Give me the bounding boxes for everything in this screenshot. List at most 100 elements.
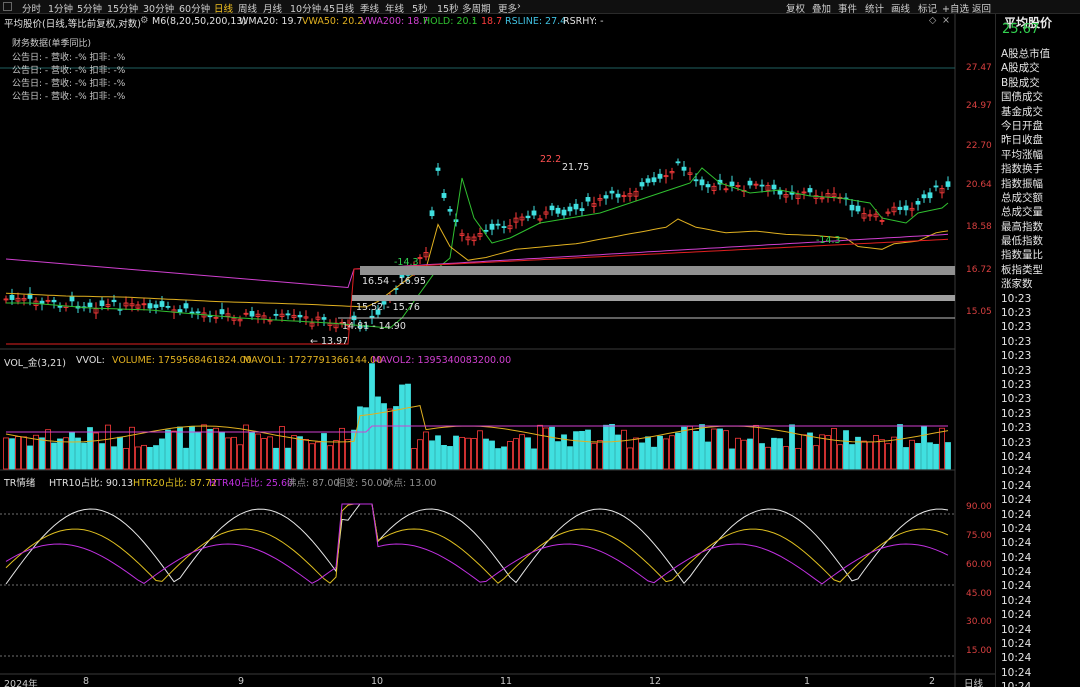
info-list-item[interactable]: A股成交	[996, 61, 1080, 75]
info-list-item[interactable]: 10:24	[996, 666, 1080, 680]
volume-bar	[693, 430, 699, 470]
info-list-item[interactable]: 10:24	[996, 637, 1080, 651]
info-list-item[interactable]: 10:24	[996, 522, 1080, 536]
volume-bar	[609, 423, 615, 470]
info-list-item[interactable]: 最低指数	[996, 234, 1080, 248]
period-tab[interactable]: 分时	[22, 1, 41, 15]
info-list-item[interactable]: 平均涨幅	[996, 148, 1080, 162]
period-tab[interactable]: 更多	[498, 1, 517, 15]
toolbar-button[interactable]: +自选	[942, 1, 969, 15]
info-list-item[interactable]: 10:24	[996, 579, 1080, 593]
info-list-item[interactable]: 10:24	[996, 508, 1080, 522]
info-list-item[interactable]: 10:24	[996, 608, 1080, 622]
toolbar-button[interactable]: 标记	[918, 1, 937, 15]
more-arrow-icon[interactable]: ›	[517, 1, 521, 12]
info-list-item[interactable]: 10:24	[996, 479, 1080, 493]
volume-bar	[471, 438, 477, 470]
info-list-item[interactable]: 昨日收盘	[996, 133, 1080, 147]
info-list-item[interactable]: 板指类型	[996, 263, 1080, 277]
candle-body	[549, 205, 555, 211]
info-list-item[interactable]: 10:23	[996, 436, 1080, 450]
info-list-item[interactable]: 指数量比	[996, 248, 1080, 262]
period-tab[interactable]: 5分钟	[77, 1, 102, 15]
period-tab[interactable]: 季线	[360, 1, 379, 15]
toolbar-button[interactable]: 返回	[972, 1, 991, 15]
fin-row: 公告日: - 营收: -% 扣非: -%	[12, 66, 126, 76]
period-tab[interactable]: 周线	[238, 1, 257, 15]
info-list-item[interactable]: A股总市值	[996, 47, 1080, 61]
info-list-item[interactable]: 10:23	[996, 407, 1080, 421]
info-list-item[interactable]: 基金成交	[996, 105, 1080, 119]
period-tab[interactable]: 日线	[214, 1, 233, 15]
info-list-item[interactable]: 10:24	[996, 565, 1080, 579]
info-list-item[interactable]: 指数换手	[996, 162, 1080, 176]
period-tab[interactable]: 10分钟	[290, 1, 321, 15]
volume-bar	[429, 440, 435, 470]
info-list-item[interactable]: 10:23	[996, 320, 1080, 334]
period-tab[interactable]: 15秒	[437, 1, 459, 15]
period-tab[interactable]: 月线	[263, 1, 282, 15]
info-list-item[interactable]: 总成交额	[996, 191, 1080, 205]
info-list-item[interactable]: 10:24	[996, 651, 1080, 665]
volume-bar	[267, 436, 273, 470]
chart-canvas[interactable]	[0, 14, 995, 687]
volume-bar	[135, 446, 141, 470]
info-list-item[interactable]: 10:23	[996, 335, 1080, 349]
freeze-value: 冰点: 13.00	[384, 478, 437, 489]
volume-bar	[117, 436, 123, 470]
info-list-item[interactable]: 10:24	[996, 464, 1080, 478]
toolbar-button[interactable]: 复权	[786, 1, 805, 15]
period-tab[interactable]: 1分钟	[48, 1, 73, 15]
toolbar-checkbox[interactable]	[3, 2, 12, 11]
info-list-item[interactable]: 今日开盘	[996, 119, 1080, 133]
info-list-item[interactable]: 10:23	[996, 378, 1080, 392]
info-list-item[interactable]: 10:23	[996, 421, 1080, 435]
info-list-item[interactable]: 10:23	[996, 392, 1080, 406]
info-list-item[interactable]: 涨家数	[996, 277, 1080, 291]
info-list-item[interactable]: 总成交量	[996, 205, 1080, 219]
diamond-icon[interactable]: ◇	[929, 15, 936, 26]
candle-body	[945, 181, 951, 187]
candle-body	[705, 184, 711, 188]
info-list-item[interactable]: 10:24	[996, 551, 1080, 565]
toolbar-button[interactable]: 统计	[865, 1, 884, 15]
tr-title: TR情绪	[4, 478, 36, 489]
volume-bar	[873, 435, 879, 470]
info-list-item[interactable]: 10:23	[996, 349, 1080, 363]
info-list-item[interactable]: 10:24	[996, 594, 1080, 608]
info-list-item[interactable]: 10:23	[996, 306, 1080, 320]
info-list-item[interactable]: B股成交	[996, 76, 1080, 90]
period-tag[interactable]: 日线	[964, 676, 983, 687]
info-list-item[interactable]: 10:24	[996, 680, 1080, 687]
info-list-item[interactable]: 10:24	[996, 623, 1080, 637]
toolbar-button[interactable]: 事件	[838, 1, 857, 15]
volume-bar	[447, 446, 453, 470]
info-list-item[interactable]: 10:24	[996, 493, 1080, 507]
info-list-item[interactable]: 指数振幅	[996, 177, 1080, 191]
period-tab[interactable]: 年线	[385, 1, 404, 15]
volume-bar	[711, 428, 717, 470]
info-list-item[interactable]: 10:24	[996, 450, 1080, 464]
toolbar-button[interactable]: 画线	[891, 1, 910, 15]
settings-icon[interactable]: ⚙	[140, 15, 149, 26]
htr10-value: HTR10占比: 90.13	[49, 478, 134, 489]
period-tab[interactable]: 30分钟	[143, 1, 174, 15]
price-legend-title: 平均股价(日线,等比前复权,对数)	[4, 19, 141, 30]
volume-bar	[339, 427, 345, 470]
close-icon[interactable]: ×	[942, 15, 950, 26]
volume-bar	[549, 426, 555, 470]
info-list-item[interactable]: 10:24	[996, 536, 1080, 550]
info-list-item[interactable]: 10:23	[996, 364, 1080, 378]
period-tab[interactable]: 15分钟	[107, 1, 138, 15]
info-list-item[interactable]: 10:23	[996, 292, 1080, 306]
period-tab[interactable]: 60分钟	[179, 1, 210, 15]
toolbar-button[interactable]: 叠加	[812, 1, 831, 15]
period-tab[interactable]: 5秒	[412, 1, 428, 15]
volume-bar	[27, 445, 33, 470]
period-tab[interactable]: 多周期	[462, 1, 491, 15]
chart-area[interactable]: 平均股价(日线,等比前复权,对数) ⚙ M6(8,20,50,200,13) W…	[0, 14, 995, 687]
period-tab[interactable]: 45日线	[323, 1, 354, 15]
info-list-item[interactable]: 国债成交	[996, 90, 1080, 104]
volume-bar	[225, 437, 231, 470]
info-list-item[interactable]: 最高指数	[996, 220, 1080, 234]
